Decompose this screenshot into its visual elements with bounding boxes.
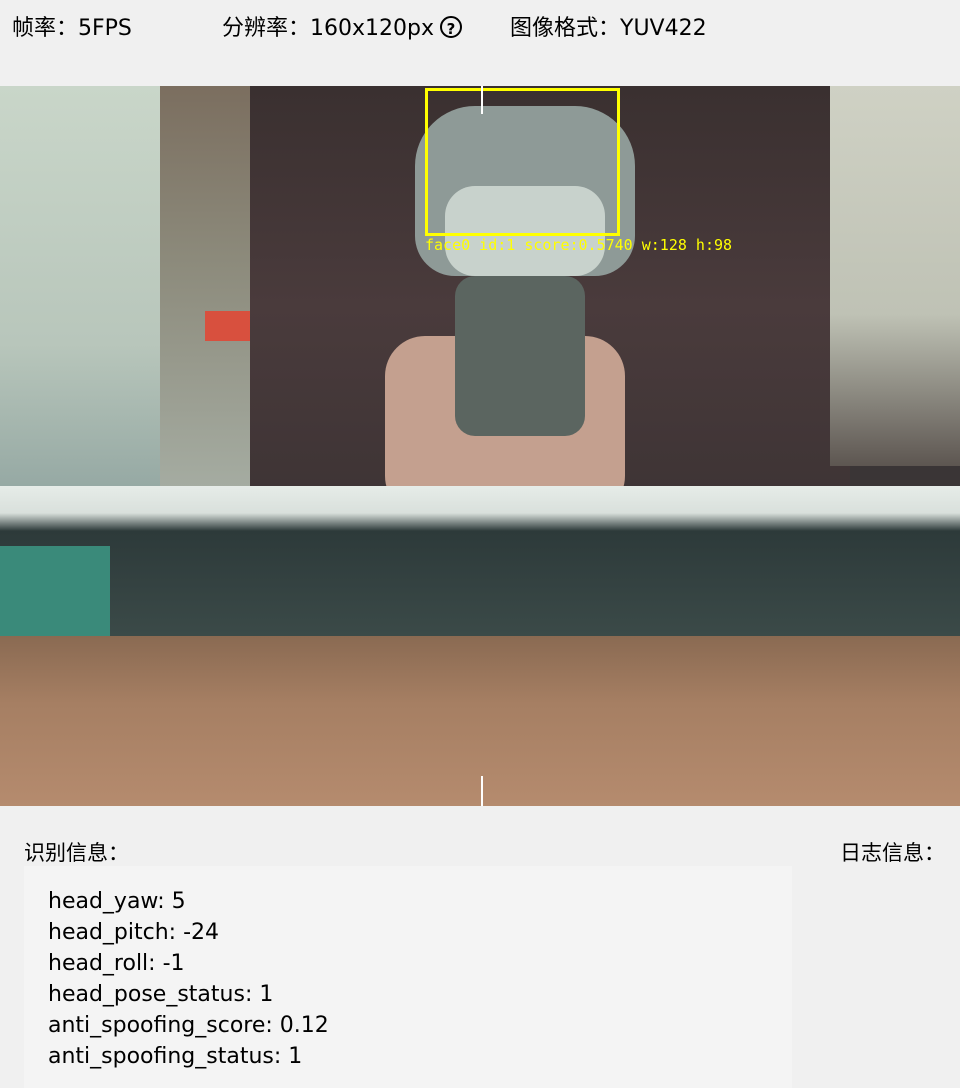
face-bounding-box <box>425 88 620 236</box>
help-icon[interactable]: ? <box>440 16 463 38</box>
format-value: YUV422 <box>620 16 707 41</box>
info-line-head-pose-status: head_pose_status: 1 <box>48 982 274 1007</box>
info-line-head-yaw: head_yaw: 5 <box>48 889 186 914</box>
camera-preview: face0 id:1 score:0.5740 w:128 h:98 <box>0 86 960 806</box>
center-tick-bottom <box>481 776 483 806</box>
format-stat: 图像格式：YUV422 <box>510 14 707 44</box>
resolution-label: 分辨率： <box>222 16 311 41</box>
info-line-anti-spoofing-score: anti_spoofing_score: 0.12 <box>48 1013 329 1038</box>
scene-desk <box>0 636 960 806</box>
recognition-title: 识别信息： <box>24 841 129 865</box>
info-line-head-roll: head_roll: -1 <box>48 951 185 976</box>
fps-stat: 帧率：5FPS <box>12 14 132 44</box>
fps-label: 帧率： <box>12 16 79 41</box>
fps-value: 5FPS <box>78 16 132 41</box>
scene-figure-body <box>455 276 585 436</box>
scene-left-wall <box>0 86 170 516</box>
format-label: 图像格式： <box>510 16 621 41</box>
info-line-anti-spoofing-status: anti_spoofing_status: 1 <box>48 1044 303 1069</box>
recognition-panel: head_yaw: 5 head_pitch: -24 head_roll: -… <box>24 866 792 1088</box>
scene-monitor <box>0 486 960 636</box>
scene-right-wall <box>830 86 960 466</box>
info-line-head-pitch: head_pitch: -24 <box>48 920 220 945</box>
scene-red-object <box>205 311 250 341</box>
scene-teal-panel <box>0 546 110 646</box>
resolution-stat: 分辨率：160x120px? <box>222 14 463 44</box>
log-title: 日志信息： <box>840 841 945 865</box>
detection-label: face0 id:1 score:0.5740 w:128 h:98 <box>425 236 733 254</box>
resolution-value: 160x120px <box>310 16 435 41</box>
status-bar: 帧率：5FPS 分辨率：160x120px? 图像格式：YUV422 <box>0 0 960 60</box>
center-tick-top <box>481 86 483 114</box>
